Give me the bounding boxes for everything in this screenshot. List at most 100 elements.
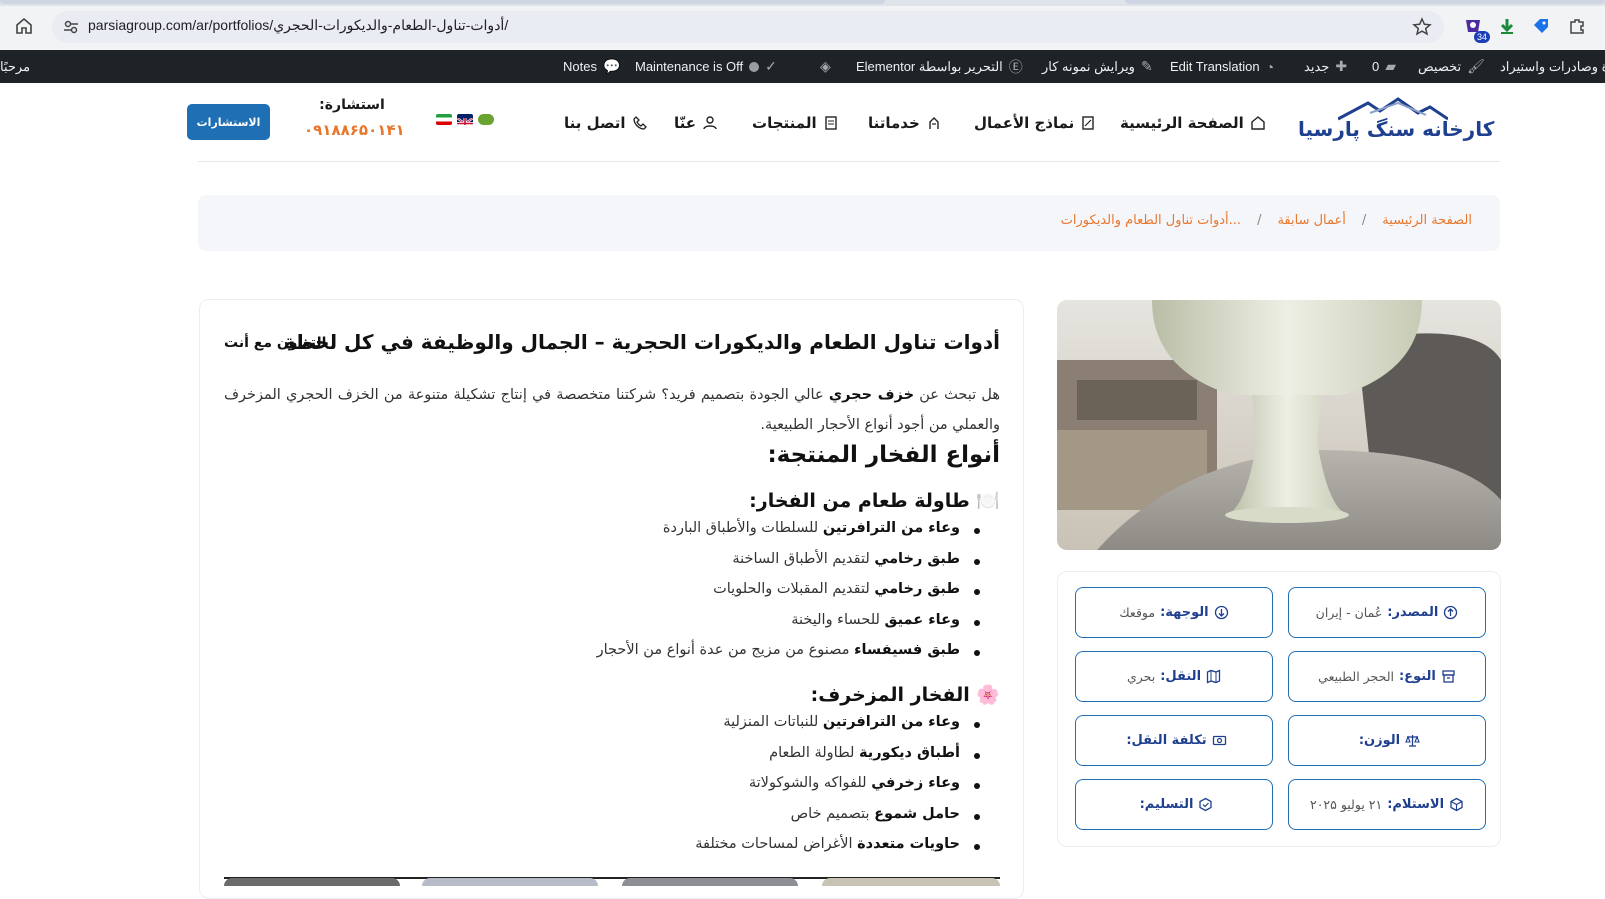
- gallery-thumbnail[interactable]: [822, 878, 1000, 886]
- product-image[interactable]: [1057, 300, 1501, 550]
- gallery-thumbnail[interactable]: [622, 878, 798, 886]
- spec-label: النوع:: [1398, 669, 1436, 684]
- consult-phone[interactable]: ۰۹۱۸۸۶۵۰۱۴۱: [304, 121, 405, 139]
- admin-edit-sample-label: ویرایش نمونه کار: [1042, 58, 1135, 74]
- home-nav-icon: [1250, 115, 1266, 131]
- tag-icon[interactable]: [1530, 15, 1552, 37]
- puzzle-icon[interactable]: [1566, 15, 1588, 37]
- plus-icon: ✚: [1335, 58, 1348, 74]
- list-item: وعاء من الترافرتين للنباتات المنزلية: [695, 714, 980, 745]
- item-text: للسلطات والأطباق الباردة: [662, 520, 823, 536]
- arabic-flag-icon[interactable]: [478, 114, 494, 125]
- admin-maintenance[interactable]: Maintenance is Off ✓: [635, 50, 777, 83]
- services-nav-icon: [926, 115, 942, 131]
- nav-products-label: المنتجات: [752, 114, 817, 132]
- nav-about[interactable]: عنّا: [674, 108, 718, 138]
- home-icon[interactable]: [12, 14, 36, 38]
- consultation-block: استشارة: ۰۹۱۸۸۶۵۰۱۴۱: [304, 97, 405, 139]
- admin-imports[interactable]: ة وصادرات واستيراد: [1500, 50, 1605, 83]
- item-bold: حامل شموع: [874, 805, 960, 822]
- spec-value: موقعك: [1119, 605, 1156, 620]
- nav-contact[interactable]: اتصل بنا: [564, 108, 648, 138]
- spec-value: الحجر الطبيعي: [1318, 669, 1394, 684]
- list-item: وعاء عميق للحساء واليخنة: [597, 611, 981, 643]
- spec-weight: الوزن:: [1288, 715, 1486, 766]
- spec-transport-cost: تكلفة النقل:: [1075, 715, 1273, 766]
- admin-edit-sample[interactable]: ✎ ویرایش نمونه کار: [1042, 50, 1153, 83]
- elementor-icon: Ⓔ: [1008, 58, 1023, 75]
- item-text: بتصميم خاص: [790, 805, 875, 822]
- admin-seo[interactable]: ◈: [820, 50, 831, 83]
- spec-delivery: التسليم:: [1075, 779, 1273, 830]
- spec-label: تكلفة النقل:: [1126, 733, 1207, 748]
- item-text: لطاولة الطعام: [769, 744, 859, 761]
- tab-active[interactable]: [0, 0, 885, 4]
- specs-card: المصدر: عُمان - إيران الوجهة: موقعك النو…: [1057, 571, 1501, 847]
- admin-elementor[interactable]: Ⓔ التحرير بواسطة Elementor: [856, 50, 1023, 83]
- brush-icon: 🖌: [1467, 58, 1485, 74]
- nav-products[interactable]: المنتجات: [752, 108, 839, 138]
- item-bold: طبق رخامي: [874, 550, 960, 567]
- nav-portfolio[interactable]: نماذج الأعمال: [974, 108, 1096, 138]
- gallery-thumbnail[interactable]: [422, 878, 598, 886]
- list-item: وعاء من الترافرتين للسلطات والأطباق البا…: [597, 520, 981, 551]
- address-bar[interactable]: parsiagroup.com/ar/portfolios/أدوات-تناو…: [52, 11, 1444, 43]
- spec-label: الوزن:: [1358, 733, 1401, 748]
- item-text: لتقديم المقبلات والحلويات: [713, 581, 875, 597]
- spec-transport: النقل: بحري: [1075, 651, 1273, 702]
- nav-home[interactable]: الصفحة الرئيسية: [1120, 108, 1266, 138]
- scale-icon: [1405, 733, 1420, 748]
- maintenance-status-icon: [749, 61, 760, 72]
- item-text: لتقديم الأطباق الساخنة: [732, 550, 875, 567]
- breadcrumb-home[interactable]: الصفحة الرئيسية: [1382, 213, 1472, 228]
- breadcrumb-current: أدوات تناول الطعام والديكورات...: [1060, 213, 1242, 228]
- intro-bold: خزف حجري: [828, 387, 915, 403]
- package-icon: [1449, 797, 1464, 812]
- admin-greeting[interactable]: مرحبًا: [0, 50, 30, 83]
- list-item: حامل شموع بتصميم خاص: [695, 805, 980, 837]
- section-heading: أنواع الفخار المنتجة:: [767, 442, 1000, 468]
- package-check-icon: [1198, 797, 1213, 812]
- nav-services[interactable]: خدماتنا: [868, 108, 942, 138]
- list-item: حاويات متعددة الأغراض لمساحات مختلفة: [695, 836, 980, 867]
- breadcrumb-separator: /: [1257, 213, 1262, 228]
- gallery-thumbnail[interactable]: [224, 878, 400, 886]
- language-switcher[interactable]: [436, 114, 494, 125]
- download-icon[interactable]: [1496, 15, 1518, 37]
- url-text[interactable]: parsiagroup.com/ar/portfolios/أدوات-تناو…: [88, 17, 508, 34]
- money-icon: [1212, 733, 1227, 748]
- admin-new[interactable]: ✚ جديد: [1304, 50, 1347, 83]
- admin-notes[interactable]: Notes 💬: [563, 50, 620, 83]
- consultations-button[interactable]: الاستشارات: [187, 104, 270, 140]
- arrow-down-circle-icon: [1214, 605, 1229, 620]
- spec-value: بحري: [1126, 669, 1156, 684]
- spec-destination: الوجهة: موقعك: [1075, 587, 1273, 638]
- extension-icon[interactable]: 34: [1462, 15, 1490, 43]
- item-text: مصنوع من مزيج من عدة أنواع من الأحجار: [596, 642, 855, 658]
- spec-value: ۲۱ يوليو ۲۰۲۵: [1309, 797, 1383, 812]
- breadcrumb-portfolio[interactable]: أعمال سابقة: [1277, 213, 1345, 228]
- tab-other[interactable]: [1125, 0, 1605, 4]
- intro-text: هل تبحث عن: [914, 387, 1001, 403]
- spec-label: المصدر:: [1387, 605, 1439, 620]
- site-logo[interactable]: کارخانه سنگ پارسیا: [1298, 97, 1494, 149]
- article-card: أدوات تناول الطعام والديكورات الحجرية – …: [199, 299, 1024, 899]
- item-text: للحساء واليخنة: [791, 611, 885, 628]
- site-header: کارخانه سنگ پارسیا الصفحة الرئيسية نماذج…: [0, 83, 1605, 163]
- list-item: طبق فسيفساء مصنوع من مزيج من عدة أنواع م…: [596, 642, 981, 673]
- site-info-icon[interactable]: [62, 18, 80, 36]
- uk-flag-icon[interactable]: [457, 114, 473, 125]
- comment-icon: ▰: [1385, 58, 1397, 74]
- admin-imports-label: ة وصادرات واستيراد: [1500, 58, 1605, 74]
- header-divider: [198, 161, 1500, 162]
- article-title-tail: التعاون مع أنت: [224, 335, 327, 351]
- spec-label: الوجهة:: [1160, 605, 1209, 620]
- decorative-list: وعاء من الترافرتين للنباتات المنزلية أطب…: [695, 714, 980, 867]
- spec-value: عُمان - إيران: [1315, 605, 1383, 620]
- admin-comments[interactable]: 0 ▰: [1372, 50, 1396, 83]
- star-icon[interactable]: [1412, 17, 1432, 37]
- admin-customize[interactable]: 🖌 تخصيص: [1418, 50, 1485, 83]
- iran-flag-icon[interactable]: [436, 114, 452, 125]
- admin-edit-translation[interactable]: Edit Translation ◔: [1170, 50, 1274, 83]
- nav-about-label: عنّا: [674, 114, 697, 132]
